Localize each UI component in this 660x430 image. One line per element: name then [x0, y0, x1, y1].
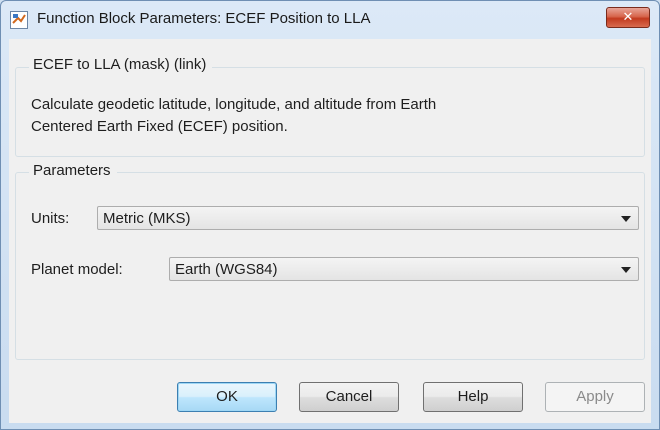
close-button[interactable]: ✕: [606, 7, 650, 28]
apply-button[interactable]: Apply: [545, 382, 645, 412]
mask-group-title: ECEF to LLA (mask) (link): [29, 56, 213, 73]
description-line-2: Centered Earth Fixed (ECEF) position.: [31, 118, 288, 135]
parameters-group-title: Parameters: [29, 162, 117, 179]
cancel-button[interactable]: Cancel: [299, 382, 399, 412]
simulink-block-icon: [10, 11, 28, 29]
dialog-content: ECEF to LLA (mask) (link) Calculate geod…: [9, 39, 651, 423]
window-title: Function Block Parameters: ECEF Position…: [37, 10, 371, 27]
planet-model-label: Planet model:: [31, 261, 123, 278]
units-dropdown[interactable]: Metric (MKS): [97, 206, 639, 230]
planet-model-dropdown[interactable]: Earth (WGS84): [169, 257, 639, 281]
planet-model-selected-value: Earth (WGS84): [175, 261, 278, 278]
description-line-1: Calculate geodetic latitude, longitude, …: [31, 96, 437, 113]
chevron-down-icon: [621, 216, 631, 222]
dialog-window: Function Block Parameters: ECEF Position…: [0, 0, 660, 430]
chevron-down-icon: [621, 267, 631, 273]
units-label: Units:: [31, 210, 70, 227]
units-selected-value: Metric (MKS): [103, 210, 191, 227]
title-bar[interactable]: Function Block Parameters: ECEF Position…: [1, 1, 659, 39]
help-button[interactable]: Help: [423, 382, 523, 412]
ok-button[interactable]: OK: [177, 382, 277, 412]
close-icon: ✕: [622, 10, 634, 25]
mask-description: Calculate geodetic latitude, longitude, …: [31, 94, 631, 138]
